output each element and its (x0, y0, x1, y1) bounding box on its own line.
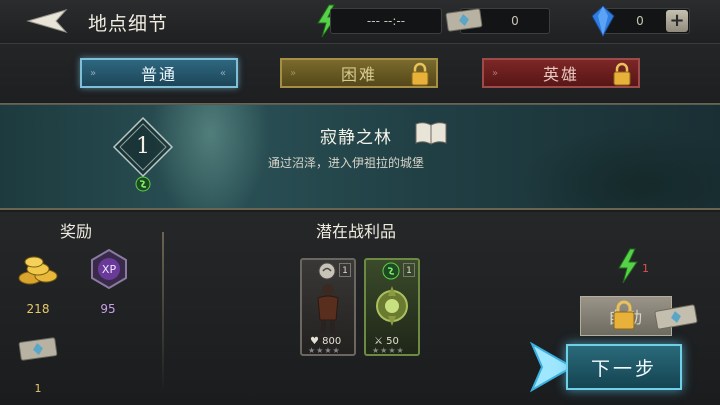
energy-cost-value: 1 (642, 262, 649, 275)
rewards-title: 奖励 (60, 222, 93, 241)
xp-label: XP (102, 263, 117, 276)
stage-description: 通过沼泽，进入伊祖拉的城堡 (268, 156, 425, 170)
chevron-left-icon: » (90, 68, 99, 79)
chevron-left-icon: » (492, 68, 501, 79)
xp-badge-icon: XP (91, 248, 127, 290)
loot-stars: ★★★★ (372, 346, 405, 355)
gold-reward-value: 218 (26, 302, 50, 316)
section-divider (162, 232, 164, 392)
book-icon[interactable] (414, 120, 448, 146)
difficulty-hero-label: 英雄 (542, 65, 579, 84)
energy-counter: --- --:-- (330, 8, 442, 34)
lock-icon (613, 62, 631, 86)
ticket-value: 0 (511, 14, 519, 28)
next-step-button[interactable]: 下一步 (566, 344, 682, 390)
ticket-reward-value: 1 (34, 382, 42, 395)
stage-title: 寂静之林 (320, 128, 392, 148)
raid-ticket-icon (18, 337, 58, 361)
add-gems-button[interactable]: + (666, 10, 688, 32)
loot-count: 1 (339, 263, 351, 277)
raid-ticket-icon (654, 304, 698, 330)
stage-type-icon (135, 176, 151, 192)
energy-cost-icon (618, 248, 638, 284)
raid-ticket-icon (445, 8, 483, 32)
xp-reward-value: 95 (100, 302, 116, 316)
item-type-icon (382, 262, 400, 280)
loot-card-armor[interactable]: 1 ♥ 800 ★★★★ (300, 258, 356, 356)
back-arrow-icon[interactable] (26, 8, 68, 34)
banner-hill-art (520, 125, 720, 208)
difficulty-hero-tab[interactable]: » 英雄 (482, 58, 640, 88)
difficulty-normal-label: 普通 (140, 65, 177, 84)
armor-type-icon (318, 262, 336, 280)
difficulty-normal-tab[interactable]: » 普通 « (80, 58, 238, 88)
loot-title: 潜在战利品 (316, 222, 397, 241)
difficulty-hard-label: 困难 (340, 65, 377, 84)
lock-icon (411, 62, 429, 86)
lock-icon (613, 300, 635, 330)
blue-gem-icon (591, 5, 615, 38)
chevron-left-icon: » (290, 68, 299, 79)
shield-item-art (376, 286, 408, 326)
stage-level-number: 1 (136, 134, 150, 159)
loot-stars: ★★★★ (308, 346, 341, 355)
gold-coins-icon (18, 256, 58, 285)
armor-item-art (317, 284, 339, 333)
gem-value: 0 (636, 14, 644, 28)
loot-count: 1 (403, 263, 415, 277)
energy-value: --- --:-- (366, 14, 406, 28)
chevron-right-icon: « (219, 68, 228, 79)
difficulty-hard-tab[interactable]: » 困难 (280, 58, 438, 88)
next-step-label: 下一步 (590, 357, 657, 380)
page-title: 地点细节 (88, 13, 169, 35)
loot-card-shield[interactable]: 1 ⚔ 50 ★★★★ (364, 258, 420, 356)
